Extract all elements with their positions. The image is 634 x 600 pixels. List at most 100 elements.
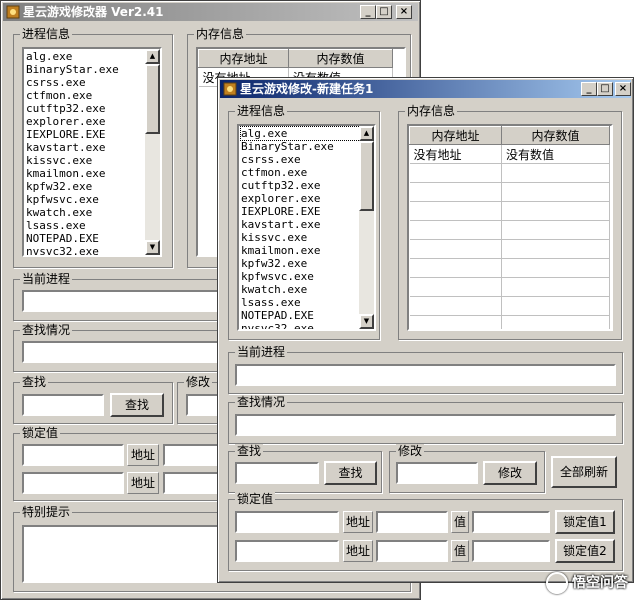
watermark-text: 悟空问答 <box>572 575 628 591</box>
list-item[interactable]: NOTEPAD.EXE <box>241 309 372 322</box>
front-modify-input[interactable] <box>396 462 478 484</box>
scroll-thumb[interactable] <box>359 141 374 211</box>
front-find-button[interactable]: 查找 <box>324 461 377 485</box>
table-cell: 没有地址 <box>409 144 502 164</box>
front-modify-group: 修改 修改 <box>389 444 545 493</box>
front-search-status-label: 查找情况 <box>235 395 288 409</box>
list-item[interactable]: kissvc.exe <box>241 231 372 244</box>
front-memory-table[interactable]: 内存地址 内存数值 没有地址 没有数值 <box>407 124 613 331</box>
front-address-label-1: 地址 <box>343 511 373 533</box>
list-item[interactable]: BinaryStar.exe <box>241 140 372 153</box>
front-modify-button[interactable]: 修改 <box>483 461 537 485</box>
list-item[interactable]: kwatch.exe <box>26 206 158 219</box>
scroll-down-arrow-icon[interactable]: ▼ <box>145 240 160 255</box>
list-item[interactable]: IEXPLORE.EXE <box>26 128 158 141</box>
front-process-scrollbar[interactable]: ▲ ▼ <box>359 126 374 329</box>
refresh-all-button[interactable]: 全部刷新 <box>551 456 617 488</box>
back-lock-value-2[interactable] <box>22 472 124 494</box>
list-item[interactable]: kavstart.exe <box>241 218 372 231</box>
front-lock-address-1[interactable] <box>376 511 448 533</box>
maximize-button[interactable]: □ <box>597 82 613 96</box>
front-find-input[interactable] <box>235 462 319 484</box>
list-item[interactable]: kmailmon.exe <box>241 244 372 257</box>
front-window-titlebar[interactable]: 星云游戏修改-新建任务1 _ □ × <box>220 80 631 98</box>
maximize-button[interactable]: □ <box>376 5 392 19</box>
table-row <box>409 220 610 240</box>
list-item[interactable]: explorer.exe <box>241 192 372 205</box>
back-tip-label: 特别提示 <box>20 505 73 519</box>
list-item[interactable]: kmailmon.exe <box>26 167 158 180</box>
back-find-group: 查找 查找 <box>13 375 173 424</box>
lock-value-2-button[interactable]: 锁定值2 <box>555 539 615 563</box>
column-header[interactable]: 内存地址 <box>198 49 289 68</box>
column-header[interactable]: 内存地址 <box>409 126 502 145</box>
list-item[interactable]: csrss.exe <box>26 76 158 89</box>
front-find-label: 查找 <box>235 444 264 458</box>
back-lock-value-1[interactable] <box>22 444 124 466</box>
minimize-button[interactable]: _ <box>360 5 376 19</box>
front-lock-amount-2[interactable] <box>472 540 550 562</box>
front-lock-value-1[interactable] <box>235 511 339 533</box>
back-find-input[interactable] <box>22 394 104 416</box>
scroll-down-arrow-icon[interactable]: ▼ <box>359 314 374 329</box>
back-search-status-label: 查找情况 <box>20 323 73 337</box>
list-item[interactable]: kpfwsvc.exe <box>26 193 158 206</box>
list-item[interactable]: lsass.exe <box>26 219 158 232</box>
front-window[interactable]: 星云游戏修改-新建任务1 _ □ × 进程信息 alg.exe BinarySt… <box>217 77 634 583</box>
list-item[interactable]: ctfmon.exe <box>241 166 372 179</box>
minimize-button[interactable]: _ <box>581 82 597 96</box>
lock-value-1-button[interactable]: 锁定值1 <box>555 510 615 534</box>
list-item[interactable]: ctfmon.exe <box>26 89 158 102</box>
front-value-label-2: 值 <box>451 540 469 562</box>
list-item[interactable]: nvsvc32.exe <box>241 322 372 329</box>
front-modify-label: 修改 <box>396 444 425 458</box>
list-item[interactable]: IEXPLORE.EXE <box>241 205 372 218</box>
table-row[interactable]: 没有地址 没有数值 <box>409 144 610 164</box>
back-window-title: 星云游戏修改器 Ver2.41 <box>23 5 164 19</box>
front-search-status-group: 查找情况 <box>228 395 623 444</box>
list-item[interactable]: kpfw32.exe <box>26 180 158 193</box>
front-current-process-group: 当前进程 <box>228 345 623 394</box>
column-header[interactable]: 内存数值 <box>288 49 393 68</box>
list-item[interactable]: explorer.exe <box>26 115 158 128</box>
back-process-group-label: 进程信息 <box>20 27 73 41</box>
list-item[interactable]: alg.exe <box>240 126 373 141</box>
front-process-list[interactable]: alg.exe BinaryStar.exe csrss.exe ctfmon.… <box>237 124 376 331</box>
front-process-group: 进程信息 alg.exe BinaryStar.exe csrss.exe ct… <box>228 104 380 340</box>
back-modify-label: 修改 <box>184 375 213 389</box>
list-item[interactable]: kpfw32.exe <box>241 257 372 270</box>
close-button[interactable]: × <box>615 82 631 96</box>
table-row <box>409 277 610 297</box>
scroll-up-arrow-icon[interactable]: ▲ <box>359 126 374 141</box>
column-header[interactable]: 内存数值 <box>501 126 610 145</box>
back-process-list[interactable]: alg.exe BinaryStar.exe csrss.exe ctfmon.… <box>22 47 162 257</box>
front-lock-value-2[interactable] <box>235 540 339 562</box>
back-process-scrollbar[interactable]: ▲ ▼ <box>145 49 160 255</box>
front-memory-group-label: 内存信息 <box>405 104 458 118</box>
scroll-thumb[interactable] <box>145 64 160 134</box>
list-item[interactable]: lsass.exe <box>241 296 372 309</box>
table-row <box>409 296 610 316</box>
list-item[interactable]: alg.exe <box>26 50 158 63</box>
list-item[interactable]: csrss.exe <box>241 153 372 166</box>
front-window-title: 星云游戏修改-新建任务1 <box>240 82 374 96</box>
list-item[interactable]: kissvc.exe <box>26 154 158 167</box>
back-find-label: 查找 <box>20 375 49 389</box>
list-item[interactable]: kavstart.exe <box>26 141 158 154</box>
back-window-titlebar[interactable]: 星云游戏修改器 Ver2.41 _ □ × <box>3 3 418 21</box>
front-lock-address-2[interactable] <box>376 540 448 562</box>
list-item[interactable]: kwatch.exe <box>241 283 372 296</box>
front-lock-amount-1[interactable] <box>472 511 550 533</box>
front-current-process-field[interactable] <box>235 364 616 386</box>
list-item[interactable]: kpfwsvc.exe <box>241 270 372 283</box>
list-item[interactable]: NOTEPAD.EXE <box>26 232 158 245</box>
list-item[interactable]: cutftp32.exe <box>26 102 158 115</box>
front-current-process-label: 当前进程 <box>235 345 288 359</box>
scroll-up-arrow-icon[interactable]: ▲ <box>145 49 160 64</box>
close-button[interactable]: × <box>396 5 412 19</box>
list-item[interactable]: BinaryStar.exe <box>26 63 158 76</box>
front-search-status-field[interactable] <box>235 414 616 436</box>
list-item[interactable]: nvsvc32.exe <box>26 245 158 255</box>
back-find-button[interactable]: 查找 <box>110 393 164 417</box>
list-item[interactable]: cutftp32.exe <box>241 179 372 192</box>
